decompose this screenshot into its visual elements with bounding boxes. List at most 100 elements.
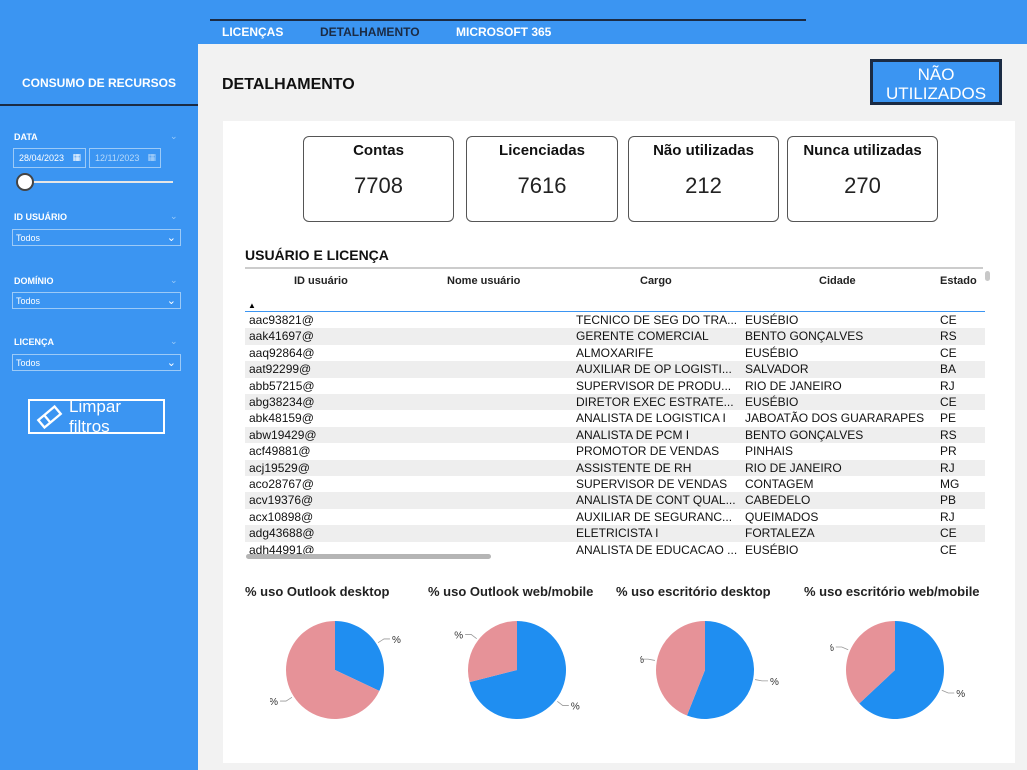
table-row[interactable]: aaq92864@ ALMOXARIFE EUSÉBIO CE <box>245 345 985 361</box>
kpi-card-nao-utilizadas: Não utilizadas 212 <box>628 136 779 222</box>
cell-id: aak41697@ <box>249 329 314 344</box>
pie-leader-line <box>377 638 390 644</box>
chevron-down-icon[interactable]: ⌄ <box>170 131 178 142</box>
sort-ascending-icon[interactable]: ▲ <box>248 301 256 310</box>
column-header-name[interactable]: Nome usuário <box>447 275 520 287</box>
date-slider-handle[interactable] <box>16 173 34 191</box>
cell-id: acj19529@ <box>249 460 310 475</box>
cell-cidade: JABOATÃO DOS GUARARAPES <box>745 411 925 426</box>
license-filter-label: LICENÇA <box>14 337 54 347</box>
cell-estado: PR <box>940 444 957 459</box>
table-row[interactable]: abw19429@ ANALISTA DE PCM I BENTO GONÇALVE… <box>245 426 985 444</box>
cell-cargo: PROMOTOR DE VENDAS <box>576 444 720 459</box>
table-row[interactable]: acj19529@ ASSISTENTE DE RH RIO DE JANEIRO R… <box>245 459 985 476</box>
cell-estado: RJ <box>940 509 955 524</box>
table-row[interactable]: acf49881@ PROMOTOR DE VENDAS PINHAIS PR <box>245 443 985 459</box>
column-header-cargo[interactable]: Cargo <box>640 275 672 287</box>
cell-estado: RJ <box>940 378 955 393</box>
pie-leader-line <box>280 696 293 702</box>
date-start-value: 28/04/2023 <box>19 153 65 163</box>
pie-data-label: % <box>770 677 779 688</box>
chevron-down-icon[interactable]: ⌄ <box>170 275 178 286</box>
table-row[interactable]: aco28767@ SUPERVISOR DE VENDAS CONTAGEM MG <box>245 476 985 492</box>
clear-filters-button[interactable]: Limpar filtros <box>28 397 165 436</box>
cell-cidade: EUSÉBIO <box>745 345 799 360</box>
cell-estado: CE <box>940 345 957 360</box>
chevron-down-icon: ⌄ <box>166 232 176 244</box>
pie-title-outlook-desktop: % uso Outlook desktop <box>245 584 390 599</box>
cell-cidade: RIO DE JANEIRO <box>745 460 842 475</box>
pie-data-label: % <box>270 697 278 708</box>
cell-estado: CE <box>940 526 957 541</box>
cell-cargo: SUPERVISOR DE VENDAS <box>576 477 728 491</box>
table-row[interactable]: adg43688@ ELETRICISTA I FORTALEZA CE <box>245 525 985 542</box>
filter-sidebar: CONSUMO DE RECURSOS DATA ⌄ 28/04/2023 ▦ … <box>0 0 198 770</box>
pie-chart-office-web: %% <box>830 621 965 719</box>
pie-chart-outlook-desktop: %% <box>270 621 401 719</box>
table-row[interactable]: abk48159@ ANALISTA DE LOGISTICA I JABOATÃO… <box>245 410 985 426</box>
pie-data-label: % <box>571 702 580 713</box>
date-slider-track[interactable] <box>24 181 173 183</box>
tab-licencas[interactable]: LICENÇAS <box>222 25 283 39</box>
cell-cidade: BENTO GONÇALVES <box>745 427 864 442</box>
pie-title-office-web: % uso escritório web/mobile <box>804 584 980 599</box>
cell-cargo: ALMOXARIFE <box>576 345 654 360</box>
tabs-underline <box>210 19 806 21</box>
table-row[interactable]: abg38234@ DIRETOR EXEC ESTRATE... EUSÉBIO C… <box>245 394 985 411</box>
cell-id: aco28767@ <box>249 477 314 491</box>
chevron-down-icon: ⌄ <box>166 295 176 307</box>
tab-microsoft-365[interactable]: MICROSOFT 365 <box>456 25 551 39</box>
column-header-estado[interactable]: Estado <box>940 275 977 287</box>
chevron-down-icon[interactable]: ⌄ <box>170 211 178 222</box>
cell-cidade: EUSÉBIO <box>745 395 799 409</box>
cell-id: abk48159@ <box>249 411 314 426</box>
pie-data-label: % <box>454 630 463 641</box>
cell-cargo: DIRETOR EXEC ESTRATE... <box>576 395 734 409</box>
tab-detalhamento[interactable]: DETALHAMENTO <box>320 25 420 39</box>
kpi-label: Licenciadas <box>499 142 585 159</box>
pie-data-label: % <box>392 635 401 646</box>
pie-chart-office-desktop: %% <box>640 621 779 719</box>
license-select-value: Todos <box>16 358 41 368</box>
cell-id: acf49881@ <box>249 444 311 459</box>
cell-cidade: RIO DE JANEIRO <box>745 378 842 393</box>
kpi-label: Não utilizadas <box>653 142 754 159</box>
calendar-icon[interactable]: ▦ <box>147 152 156 163</box>
table-row[interactable]: aat92299@ AUXILIAR DE OP LOGISTI... SALVAD… <box>245 361 985 378</box>
column-header-id[interactable]: ID usuário <box>294 275 348 287</box>
date-start-input[interactable]: 28/04/2023 ▦ <box>13 148 86 168</box>
cell-id: acv19376@ <box>249 493 314 508</box>
vertical-scrollbar[interactable] <box>985 271 990 281</box>
horizontal-scrollbar[interactable] <box>246 554 491 559</box>
user-filter-label: ID USUÁRIO <box>14 212 68 222</box>
cell-cargo: SUPERVISOR DE PRODU... <box>576 378 732 393</box>
table-row[interactable]: acv19376@ ANALISTA DE CONT QUAL... CABEDEL… <box>245 492 985 509</box>
eraser-icon <box>36 404 63 429</box>
cell-cargo: AUXILIAR DE SEGURANC... <box>576 509 733 524</box>
domain-select[interactable]: Todos ⌄ <box>12 292 181 309</box>
cell-cidade: FORTALEZA <box>745 526 815 541</box>
license-select[interactable]: Todos ⌄ <box>12 354 181 371</box>
cell-cidade: CONTAGEM <box>745 477 814 491</box>
table-row[interactable]: abb57215@ SUPERVISOR DE PRODU... RIO DE JA… <box>245 378 985 394</box>
kpi-value: 7708 <box>354 173 403 198</box>
table-row[interactable]: acx10898@ AUXILIAR DE SEGURANC... QUEIMADO… <box>245 509 985 525</box>
cell-cargo: AUXILIAR DE OP LOGISTI... <box>576 362 732 377</box>
cell-id: abw19429@ <box>249 427 317 442</box>
kpi-card-nunca-utilizadas: Nunca utilizadas 270 <box>787 136 938 222</box>
unused-button[interactable]: NÃO UTILIZADOS <box>870 59 1002 105</box>
table-row[interactable]: aak41697@ GERENTE COMERCIAL BENTO GONÇALVE… <box>245 328 985 345</box>
cell-cidade: QUEIMADOS <box>745 509 819 524</box>
cell-cargo: ANALISTA DE EDUCACAO ... <box>576 542 738 557</box>
kpi-value: 7616 <box>517 173 567 198</box>
cell-id: adg43688@ <box>249 526 315 541</box>
calendar-icon[interactable]: ▦ <box>72 152 81 163</box>
chevron-down-icon[interactable]: ⌄ <box>170 336 178 347</box>
date-end-input[interactable]: 12/11/2023 ▦ <box>89 148 161 168</box>
table-row[interactable]: aac93821@ TECNICO DE SEG DO TRA... EUSÉBIO… <box>245 312 985 328</box>
column-header-cidade[interactable]: Cidade <box>819 275 856 287</box>
kpi-value: 212 <box>685 173 722 198</box>
kpi-card-contas: Contas 7708 <box>303 136 454 222</box>
sidebar-title: CONSUMO DE RECURSOS <box>21 76 176 90</box>
user-select[interactable]: Todos ⌄ <box>12 229 181 246</box>
